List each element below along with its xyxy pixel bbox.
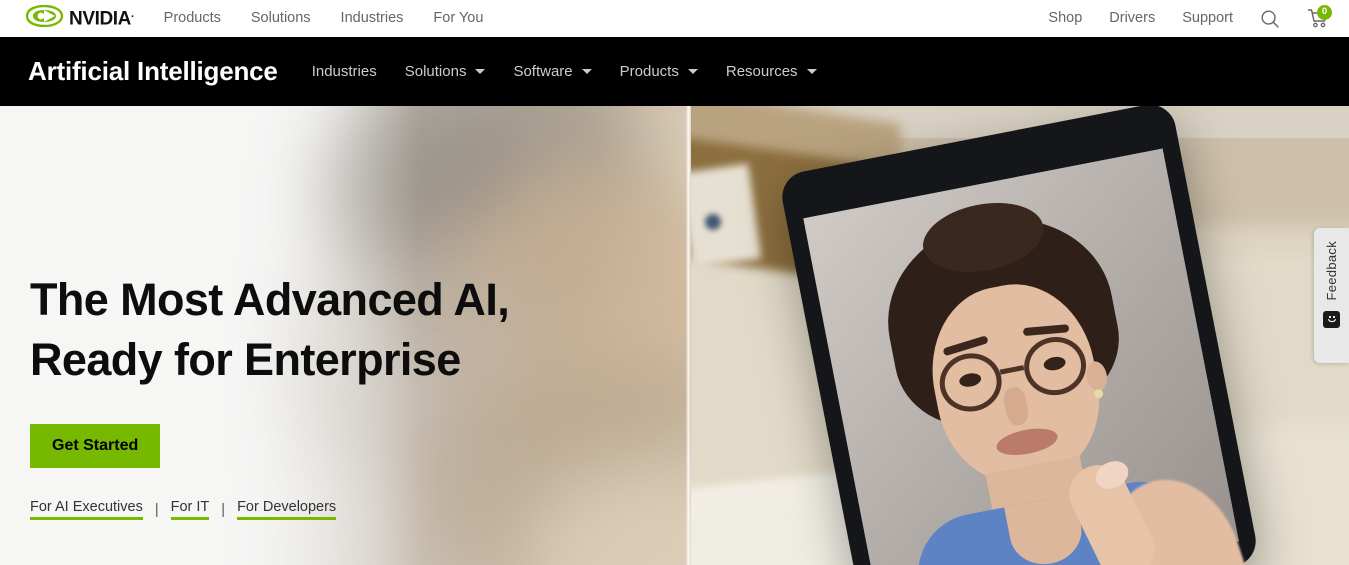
top-nav-item-products[interactable]: Products bbox=[164, 11, 221, 26]
link-for-developers[interactable]: For Developers bbox=[237, 499, 337, 520]
get-started-button[interactable]: Get Started bbox=[30, 424, 161, 468]
feedback-tab[interactable]: Feedback bbox=[1314, 228, 1349, 363]
page-title: The Most Advanced AI, Ready for Enterpri… bbox=[30, 274, 510, 385]
top-nav-item-shop[interactable]: Shop bbox=[1048, 11, 1082, 26]
section-nav-item-resources[interactable]: Resources bbox=[724, 57, 819, 86]
top-nav-item-support[interactable]: Support bbox=[1182, 11, 1233, 26]
section-nav-label: Solutions bbox=[404, 63, 467, 80]
search-icon[interactable] bbox=[1260, 9, 1280, 29]
section-nav-label: Resources bbox=[725, 63, 798, 80]
section-title[interactable]: Artificial Intelligence bbox=[28, 56, 278, 87]
chevron-down-icon bbox=[475, 69, 486, 74]
top-nav-primary-links: Products Solutions Industries For You bbox=[164, 11, 484, 26]
nvidia-logo[interactable]: NVIDIA. bbox=[24, 0, 134, 37]
nvidia-eye-icon bbox=[24, 4, 64, 32]
hero-content: The Most Advanced AI, Ready for Enterpri… bbox=[30, 270, 510, 520]
nvidia-ai-landing-page: NVIDIA. Products Solutions Industries Fo… bbox=[0, 0, 1349, 565]
cart-icon[interactable]: 0 bbox=[1307, 4, 1332, 31]
top-nav-utility-links: Shop Drivers Support 0 bbox=[1048, 0, 1332, 37]
section-nav-label: Software bbox=[513, 63, 573, 80]
hero-audience-links: For AI Executives | For IT | For Develop… bbox=[30, 499, 509, 520]
link-separator: | bbox=[154, 501, 159, 518]
link-separator: | bbox=[221, 501, 226, 518]
hero-photo bbox=[691, 106, 1349, 565]
global-top-navigation: NVIDIA. Products Solutions Industries Fo… bbox=[0, 0, 1349, 37]
section-navigation-bar: Artificial Intelligence Industries Solut… bbox=[0, 37, 1349, 106]
feedback-label: Feedback bbox=[1324, 241, 1339, 301]
smiley-icon bbox=[1323, 310, 1340, 328]
link-for-it[interactable]: For IT bbox=[170, 499, 210, 520]
section-nav-item-products[interactable]: Products bbox=[618, 57, 700, 86]
top-nav-item-for-you[interactable]: For You bbox=[433, 11, 483, 26]
hero-banner: The Most Advanced AI, Ready for Enterpri… bbox=[0, 106, 1349, 565]
section-nav-item-solutions[interactable]: Solutions bbox=[403, 57, 488, 86]
chevron-down-icon bbox=[687, 69, 698, 74]
top-nav-item-drivers[interactable]: Drivers bbox=[1109, 11, 1155, 26]
top-nav-item-industries[interactable]: Industries bbox=[341, 11, 404, 26]
chevron-down-icon bbox=[806, 69, 817, 74]
nvidia-wordmark: NVIDIA. bbox=[69, 7, 134, 30]
section-nav-items: Industries Solutions Software Products R… bbox=[310, 57, 819, 86]
section-nav-label: Products bbox=[619, 63, 679, 80]
hero-vertical-divider bbox=[686, 106, 691, 565]
cart-count-badge: 0 bbox=[1317, 4, 1332, 20]
top-nav-item-solutions[interactable]: Solutions bbox=[251, 11, 311, 26]
photo-background bbox=[705, 214, 721, 230]
section-nav-item-industries[interactable]: Industries bbox=[310, 57, 379, 86]
section-nav-item-software[interactable]: Software bbox=[511, 57, 593, 86]
link-for-ai-executives[interactable]: For AI Executives bbox=[30, 499, 143, 520]
section-nav-label: Industries bbox=[311, 63, 377, 80]
chevron-down-icon bbox=[581, 69, 592, 74]
